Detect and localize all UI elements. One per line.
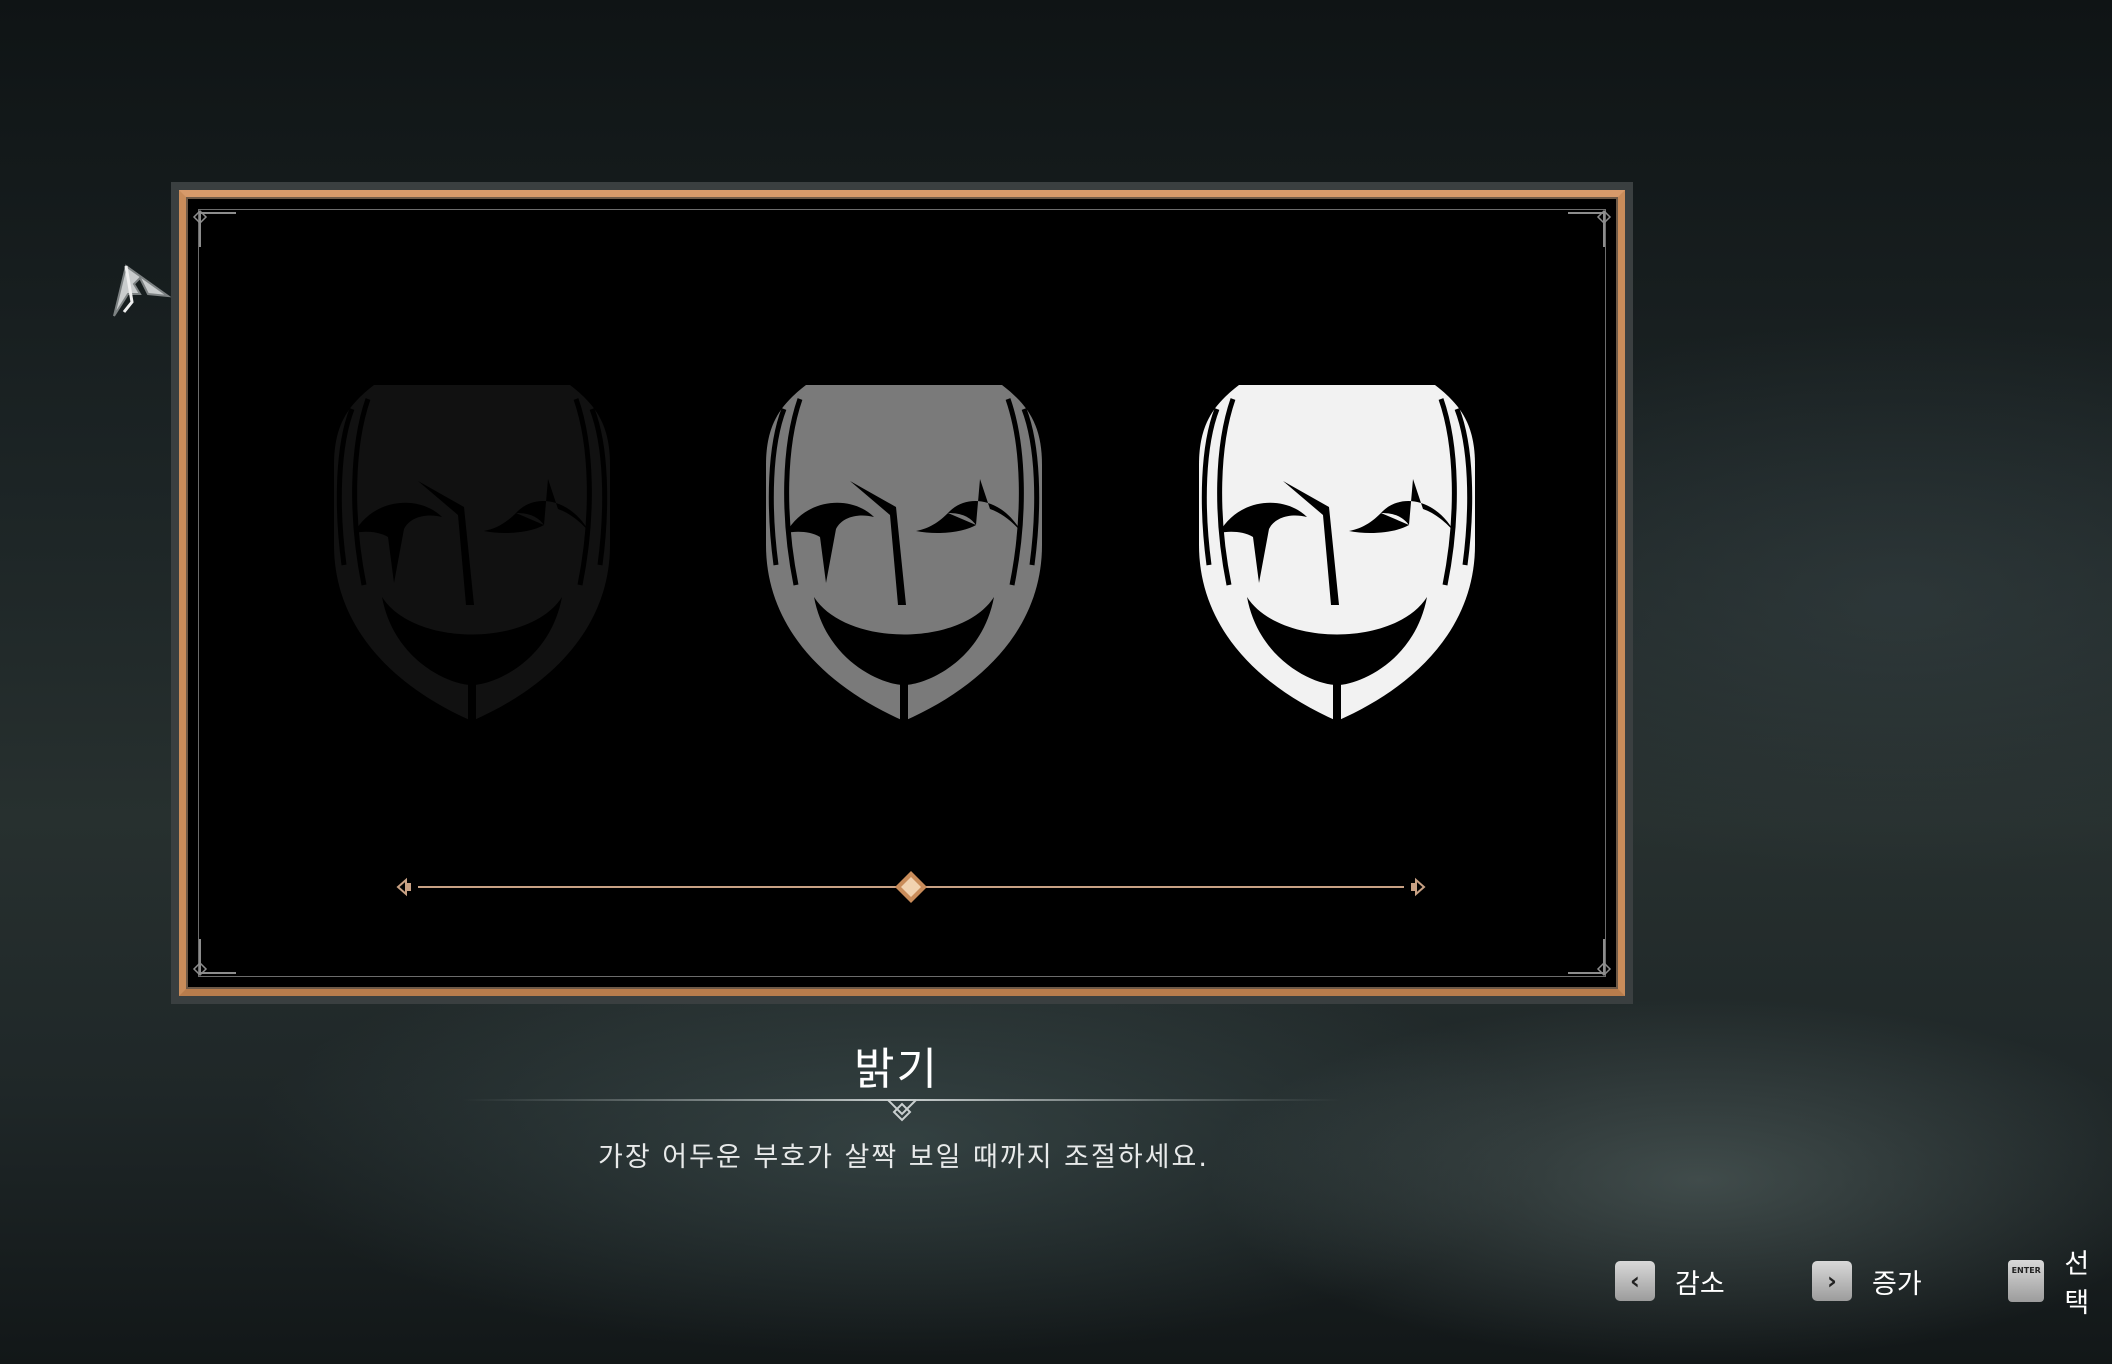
instruction-text: 가장 어두운 부호가 살짝 보일 때까지 조절하세요. <box>598 1142 1209 1173</box>
enter-key-icon: ENTER <box>2008 1260 2045 1302</box>
brightness-slider[interactable] <box>396 867 1426 907</box>
hint-decrease[interactable]: ‹ 감소 <box>1615 1259 1725 1303</box>
mid-mask-icon <box>766 385 1042 721</box>
chevron-left-key-icon: ‹ <box>1615 1261 1655 1301</box>
frame-corner-ornament <box>1568 209 1612 247</box>
slider-right-cap-icon <box>1411 877 1426 897</box>
dark-mask-icon <box>334 385 610 721</box>
hint-decrease-label: 감소 <box>1675 1268 1725 1300</box>
slider-left-cap-icon <box>396 877 411 897</box>
calibration-frame <box>179 190 1625 996</box>
frame-corner-ornament <box>192 939 236 977</box>
slider-thumb[interactable] <box>893 869 929 905</box>
chevron-right-key-icon: › <box>1812 1261 1852 1301</box>
title-divider-ornament <box>462 1099 1342 1122</box>
cursor-icon <box>113 264 172 317</box>
frame-corner-ornament <box>1568 939 1612 977</box>
frame-corner-ornament <box>192 209 236 247</box>
hint-select-label: 선택 <box>2064 1249 2090 1319</box>
hint-select[interactable]: ENTER 선택 <box>2008 1249 2112 1319</box>
hint-increase-label: 증가 <box>1872 1268 1922 1300</box>
bright-mask-icon <box>1199 385 1475 721</box>
hint-increase[interactable]: › 증가 <box>1812 1259 1922 1303</box>
calibration-panel <box>171 182 1633 1004</box>
